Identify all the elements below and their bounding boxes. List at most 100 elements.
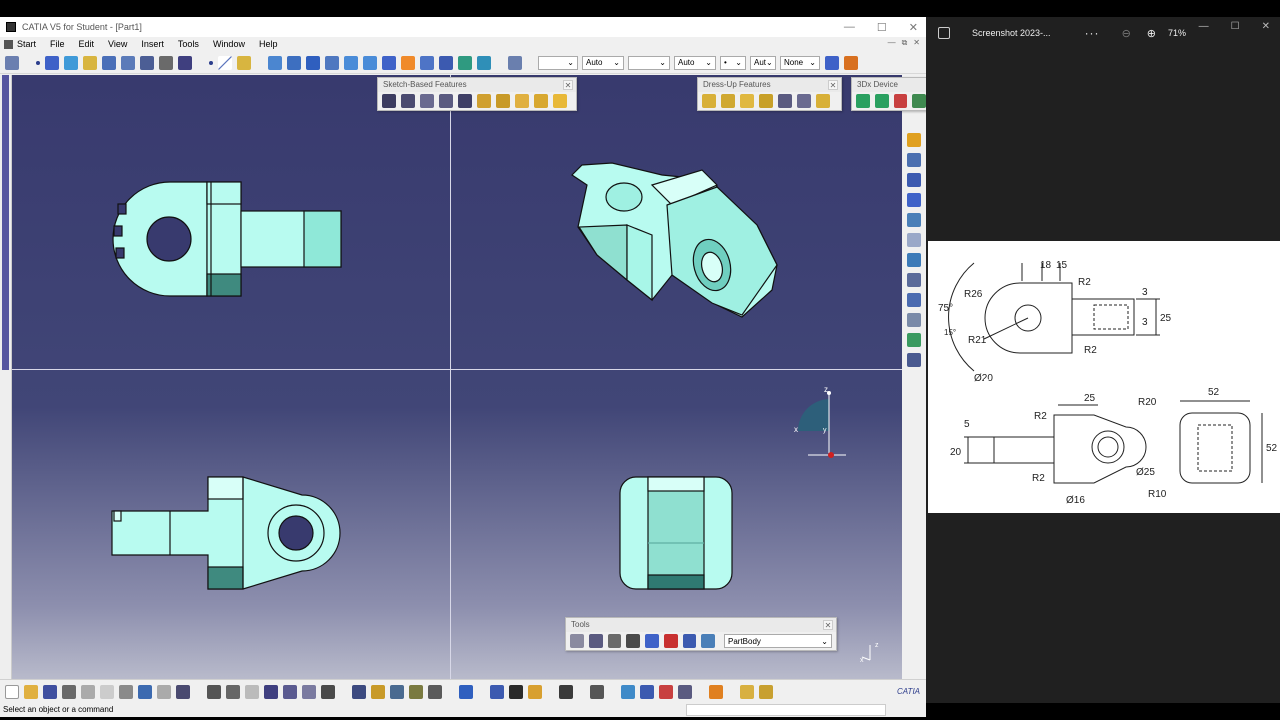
save-icon[interactable] <box>43 684 57 699</box>
translate-icon[interactable] <box>912 94 926 108</box>
scan-icon[interactable] <box>682 634 697 648</box>
shading-icon[interactable] <box>439 55 453 70</box>
check-icon[interactable] <box>678 684 692 699</box>
camera-icon[interactable] <box>559 684 573 699</box>
select-icon[interactable] <box>907 133 921 147</box>
redo-icon[interactable] <box>157 684 171 699</box>
fly-icon[interactable] <box>268 55 282 70</box>
iso-view-icon[interactable] <box>420 55 434 70</box>
thickness-combo[interactable]: Auto ⌄ <box>674 55 716 70</box>
menu-start[interactable]: Start <box>17 39 36 49</box>
annotation-icon[interactable] <box>907 233 921 247</box>
abc-text-icon[interactable] <box>907 273 921 287</box>
menu-file[interactable]: File <box>50 39 65 49</box>
remove-face-icon[interactable] <box>816 94 830 108</box>
spin-icon[interactable] <box>64 55 78 70</box>
doc-close-icon[interactable]: ✕ <box>913 38 920 48</box>
close-icon[interactable]: ✕ <box>909 21 918 34</box>
shaft-icon[interactable] <box>420 94 434 108</box>
intersect-icon[interactable] <box>663 634 678 648</box>
rotate-icon[interactable] <box>45 55 59 70</box>
arrows-icon[interactable] <box>490 684 504 699</box>
rib-icon[interactable] <box>477 94 491 108</box>
viewer-minimize-icon[interactable]: — <box>1199 21 1209 32</box>
zoom-in-icon[interactable]: ⊕ <box>1147 27 1156 40</box>
slot-icon[interactable] <box>496 94 510 108</box>
comment-icon[interactable] <box>226 684 240 699</box>
properties-icon[interactable] <box>508 55 522 70</box>
settings-gear-icon[interactable] <box>352 684 366 699</box>
isometric-part[interactable] <box>571 162 778 318</box>
apply-material-icon[interactable] <box>907 253 921 267</box>
format-icon[interactable] <box>844 55 858 70</box>
body-icon[interactable] <box>701 634 715 648</box>
rotate-3dx-icon[interactable] <box>874 94 889 108</box>
aut-combo[interactable]: Aut ⌄ <box>750 55 776 70</box>
pan-icon[interactable] <box>306 55 320 70</box>
stiffener-icon[interactable] <box>515 94 529 108</box>
loft-icon[interactable] <box>534 94 548 108</box>
scrollbar-thumb[interactable] <box>2 75 9 370</box>
measure-item-icon[interactable] <box>640 684 654 699</box>
toolbar-close-icon[interactable]: ✕ <box>823 620 833 630</box>
split-icon[interactable] <box>321 684 335 699</box>
partbody-combo[interactable]: PartBody ⌄ <box>724 634 832 648</box>
thread-tap-icon[interactable] <box>797 94 811 108</box>
maximize-icon[interactable]: ☐ <box>877 21 887 34</box>
menu-window[interactable]: Window <box>213 39 245 49</box>
minimize-icon[interactable]: — <box>844 21 855 33</box>
left-scrollbar[interactable] <box>0 75 12 679</box>
pencil-icon[interactable] <box>759 684 773 699</box>
hide-show-icon[interactable] <box>458 55 472 70</box>
clamp-icon[interactable] <box>509 684 523 699</box>
mass-icon[interactable] <box>659 684 673 699</box>
open-icon[interactable] <box>24 684 38 699</box>
menu-tools[interactable]: Tools <box>178 39 199 49</box>
sketcher-icon[interactable] <box>621 684 635 699</box>
normal-view-icon[interactable] <box>121 55 135 70</box>
measure-between-icon[interactable] <box>907 353 921 367</box>
formula-icon[interactable] <box>207 684 221 699</box>
linetype-combo[interactable]: ⌄ <box>628 55 670 70</box>
menu-help[interactable]: Help <box>259 39 278 49</box>
zoom-in-icon[interactable] <box>344 55 358 70</box>
zoom-out-icon[interactable]: ⊖ <box>1122 27 1131 40</box>
quick-view-icon[interactable] <box>401 55 415 70</box>
print-icon[interactable] <box>62 684 76 699</box>
menu-insert[interactable]: Insert <box>141 39 164 49</box>
hole-icon[interactable] <box>458 94 472 108</box>
thickness-icon[interactable] <box>778 94 792 108</box>
analysis-icon[interactable] <box>178 55 192 70</box>
knowledge-icon[interactable] <box>245 684 259 699</box>
zoom-out-icon[interactable] <box>363 55 377 70</box>
thread-icon[interactable] <box>907 333 921 347</box>
chamfer-icon[interactable] <box>721 94 735 108</box>
tag-icon[interactable] <box>409 684 423 699</box>
swap-space-icon[interactable] <box>477 55 491 70</box>
normal-to-icon[interactable] <box>382 55 396 70</box>
draft-icon[interactable] <box>740 94 754 108</box>
new-icon[interactable] <box>5 684 19 699</box>
front-view-part[interactable] <box>619 476 733 590</box>
paste-icon[interactable] <box>119 684 133 699</box>
instantiate-icon[interactable] <box>283 684 297 699</box>
start-menu-icon[interactable] <box>4 39 13 49</box>
tree-icon[interactable] <box>590 684 604 699</box>
boolean-icon[interactable] <box>907 173 921 187</box>
shell-icon[interactable] <box>759 94 773 108</box>
copy-icon[interactable] <box>100 684 114 699</box>
update-icon[interactable] <box>570 634 584 648</box>
edge-fillet-icon[interactable] <box>702 94 716 108</box>
undo-icon[interactable] <box>138 684 152 699</box>
view-icon[interactable] <box>102 55 116 70</box>
catalog-2-icon[interactable] <box>371 684 385 699</box>
fit-all-icon[interactable] <box>287 55 301 70</box>
sketch-plane-icon[interactable] <box>740 684 754 699</box>
gear-icon[interactable] <box>140 55 154 70</box>
viewer-maximize-icon[interactable]: ☐ <box>1231 21 1240 32</box>
pattern-icon[interactable] <box>907 193 921 207</box>
rotate-view-icon[interactable] <box>325 55 339 70</box>
viewer-close-icon[interactable]: ✕ <box>1262 21 1270 32</box>
cut-icon[interactable] <box>81 684 95 699</box>
plane-icon[interactable] <box>237 55 251 70</box>
